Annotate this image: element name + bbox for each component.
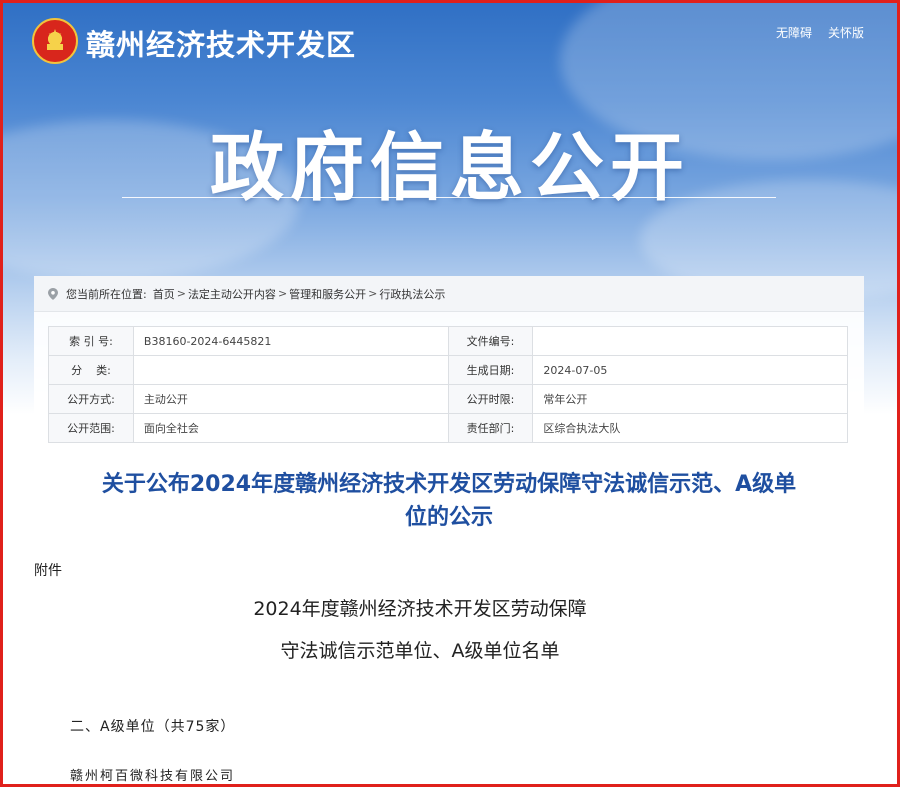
breadcrumb-item-management[interactable]: 管理和服务公开 [289, 286, 366, 302]
meta-value: 区综合执法大队 [532, 413, 848, 443]
meta-value: 2024-07-05 [532, 355, 848, 385]
table-row: 公开范围: 面向全社会 责任部门: 区综合执法大队 [48, 413, 848, 443]
breadcrumb-item-statutory[interactable]: 法定主动公开内容 [188, 286, 276, 302]
meta-key: 公开时限: [447, 384, 534, 414]
breadcrumb-separator: > [368, 287, 378, 300]
article-title-line: 关于公布2024年度赣州经济技术开发区劳动保障守法诚信示范、A级单 [101, 472, 797, 497]
document-meta-table: 索 引 号: B38160-2024-6445821 文件编号: 分 类: 生成… [48, 326, 848, 443]
meta-key: 责任部门: [447, 413, 534, 443]
breadcrumb-separator: > [277, 287, 288, 300]
meta-key: 索 引 号: [48, 326, 134, 356]
national-emblem-icon [32, 18, 78, 64]
care-mode-link[interactable]: 关怀版 [828, 24, 864, 41]
meta-key: 文件编号: [447, 326, 534, 356]
meta-value [532, 326, 848, 356]
breadcrumb-item-home[interactable]: 首页 [153, 286, 175, 302]
hero-divider [122, 197, 776, 198]
breadcrumb: 您当前所在位置: 首页 > 法定主动公开内容 > 管理和服务公开 > 行政执法公… [34, 276, 864, 312]
list-title-line: 2024年度赣州经济技术开发区劳动保障 [253, 598, 587, 620]
top-links: 无障碍 关怀版 [776, 24, 864, 41]
table-row: 公开方式: 主动公开 公开时限: 常年公开 [48, 384, 848, 414]
meta-key: 生成日期: [447, 355, 534, 385]
list-title-line: 守法诚信示范单位、A级单位名单 [280, 640, 560, 662]
meta-value [132, 355, 449, 385]
article-title-line: 位的公示 [404, 505, 493, 530]
article-title: 关于公布2024年度赣州经济技术开发区劳动保障守法诚信示范、A级单 位的公示 [34, 468, 864, 534]
section-heading: 二、A级单位（共75家） [70, 719, 236, 735]
company-name: 赣州柯百微科技有限公司 [70, 769, 236, 784]
meta-value: 面向全社会 [132, 413, 449, 443]
meta-value: 常年公开 [532, 384, 848, 414]
breadcrumb-separator: > [176, 287, 186, 300]
site-name[interactable]: 赣州经济技术开发区 [86, 22, 356, 64]
breadcrumb-label: 您当前所在位置: [66, 287, 147, 301]
meta-key: 公开范围: [48, 413, 134, 443]
table-row: 索 引 号: B38160-2024-6445821 文件编号: [48, 326, 848, 356]
accessibility-link[interactable]: 无障碍 [776, 24, 812, 41]
breadcrumb-item-enforcement[interactable]: 行政执法公示 [379, 286, 445, 302]
meta-value: B38160-2024-6445821 [132, 326, 449, 356]
meta-key: 公开方式: [48, 384, 134, 414]
location-pin-icon [48, 287, 58, 300]
meta-key: 分 类: [48, 355, 134, 385]
attachment-label: 附件 [34, 563, 62, 579]
meta-value: 主动公开 [132, 384, 449, 414]
hero-title: 政府信息公开 [210, 125, 690, 211]
table-row: 分 类: 生成日期: 2024-07-05 [48, 355, 848, 385]
